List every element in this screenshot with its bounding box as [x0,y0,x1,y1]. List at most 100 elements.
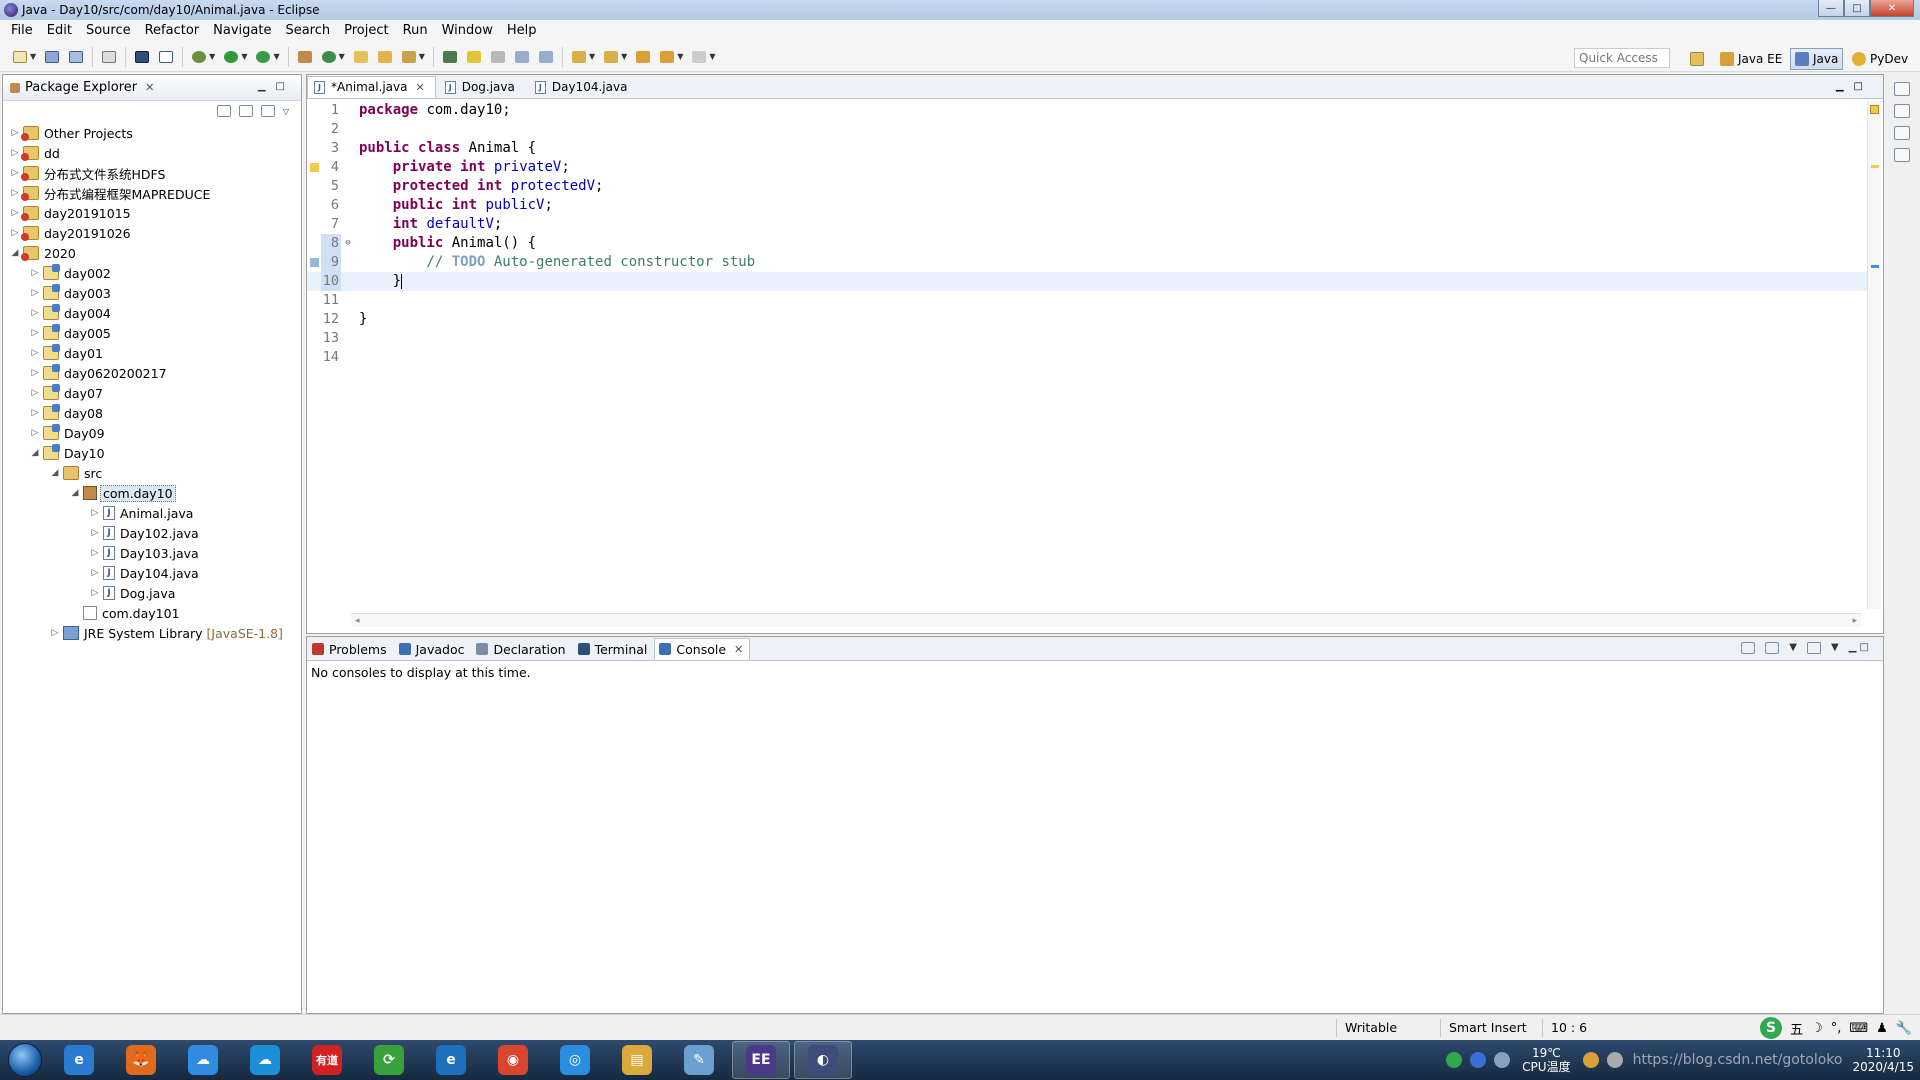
tree-item[interactable]: ▷ J Day104.java [3,563,301,583]
tree-item[interactable]: ▷ day20191015 [3,203,301,223]
fold-toggle-icon[interactable]: ⊖ [341,234,355,253]
task-gutter-icon[interactable] [307,253,321,272]
warning-marker-icon[interactable] [1870,105,1879,114]
taskbar-app[interactable]: ◉ [484,1041,542,1079]
menu-file[interactable]: File [4,20,40,42]
new-icon[interactable] [11,48,29,66]
pin-console-icon[interactable] [1741,642,1756,654]
taskbar-app[interactable]: ☁ [236,1041,294,1079]
code-line[interactable]: 9 // TODO Auto-generated constructor stu… [307,253,1867,272]
package-explorer-tab[interactable]: Package Explorer ✕ ▁□ [3,75,301,101]
mark-occurrences-icon[interactable] [465,48,483,66]
tree-item[interactable]: ◢ 2020 [3,243,301,263]
taskbar-app[interactable]: 🦊 [112,1041,170,1079]
sogou-tray-icon[interactable] [1446,1052,1463,1068]
collapse-all-icon[interactable] [216,105,231,117]
collapsed-triangle-icon[interactable]: ▷ [9,188,21,198]
skip-breakpoints-icon[interactable] [157,48,175,66]
collapsed-triangle-icon[interactable]: ▷ [9,228,21,238]
collapsed-triangle-icon[interactable]: ▷ [29,348,41,358]
horizontal-scrollbar[interactable]: ◂ ▸ [351,613,1861,627]
editor-minmax-icons[interactable]: ▁□ [1836,81,1873,92]
hierarchy-view-icon[interactable] [1894,148,1910,162]
open-perspective-icon[interactable] [1686,48,1712,70]
tree-item[interactable]: ▷ J Day103.java [3,543,301,563]
debug-dropdown-icon[interactable]: ▼ [209,52,215,61]
close-tab-icon[interactable]: ✕ [415,81,424,94]
open-type-icon[interactable] [352,48,370,66]
open-console-icon[interactable] [1806,642,1821,654]
terminal-icon[interactable] [133,48,151,66]
moon-icon[interactable]: ☽ [1811,1021,1823,1036]
keyboard-icon[interactable]: ⌨ [1849,1021,1868,1036]
panel-minmax-icons[interactable]: ▁ □ [1849,642,1869,654]
taskbar-app[interactable]: ✎ [670,1041,728,1079]
print-icon[interactable] [100,48,118,66]
network-tray-icon[interactable] [1494,1052,1511,1068]
editor-tab-animal[interactable]: J *Animal.java ✕ [307,76,436,98]
tab-problems[interactable]: Problems [307,638,394,660]
tree-item[interactable]: ▷ J Day102.java [3,523,301,543]
close-tab-icon[interactable]: ✕ [734,643,743,656]
code-line[interactable]: 10 } [307,272,1867,291]
code-line[interactable]: 12} [307,310,1867,329]
editor-tab-dog[interactable]: J Dog.java [438,76,526,98]
code-editor[interactable]: 1 package com.day10; 2 3 public class Animal… [307,101,1867,609]
open-console-dropdown-icon[interactable]: ▼ [1831,642,1839,654]
outline-view-icon[interactable] [1894,104,1910,118]
tray-app-icon[interactable] [1582,1052,1599,1068]
tree-item[interactable]: ▷ day0620200217 [3,363,301,383]
tree-item[interactable]: ▷ 分布式文件系统HDFS [3,163,301,183]
collapsed-triangle-icon[interactable]: ▷ [49,628,61,638]
collapsed-triangle-icon[interactable]: ▷ [29,428,41,438]
restore-view-icon[interactable] [1894,82,1910,96]
tree-item[interactable]: ▷ day005 [3,323,301,343]
scroll-left-icon[interactable]: ◂ [355,614,360,627]
punctuation-icon[interactable]: °, [1831,1021,1842,1036]
task-list-icon[interactable] [1894,126,1910,140]
scroll-right-icon[interactable]: ▸ [1852,614,1857,627]
code-line[interactable]: 4 private int privateV; [307,158,1867,177]
maximize-button[interactable]: □ [1844,0,1870,17]
collapsed-triangle-icon[interactable]: ▷ [29,328,41,338]
search-icon[interactable] [400,48,418,66]
tab-console[interactable]: Console ✕ [654,638,751,660]
tree-item[interactable]: ◢ com.day10 [3,483,301,503]
tree-item[interactable]: ▷ day003 [3,283,301,303]
expanded-triangle-icon[interactable]: ◢ [9,248,21,258]
run-dropdown-icon[interactable]: ▼ [241,52,247,61]
perspective-java[interactable]: Java [1790,48,1844,70]
collapsed-triangle-icon[interactable]: ▷ [29,408,41,418]
tree-item[interactable]: ▷ day01 [3,343,301,363]
user-icon[interactable]: ♟ [1876,1021,1888,1036]
tree-item[interactable]: ▷ day07 [3,383,301,403]
collapsed-triangle-icon[interactable]: ▷ [89,548,101,558]
tree-item[interactable]: ▷ day004 [3,303,301,323]
prev-annotation-icon[interactable] [602,48,620,66]
collapsed-triangle-icon[interactable]: ▷ [89,568,101,578]
link-with-editor-icon[interactable] [238,105,253,117]
collapsed-triangle-icon[interactable]: ▷ [9,148,21,158]
tree-item[interactable]: ▷ day08 [3,403,301,423]
tree-item[interactable]: com.day101 [3,603,301,623]
tree-item[interactable]: ▷ 分布式编程框架MAPREDUCE [3,183,301,203]
code-line[interactable]: 7 int defaultV; [307,215,1867,234]
new-class-dropdown-icon[interactable]: ▼ [339,52,345,61]
taskbar-app[interactable]: EE [732,1041,790,1079]
collapsed-triangle-icon[interactable]: ▷ [29,368,41,378]
menu-project[interactable]: Project [337,20,395,42]
external-tools-icon[interactable] [254,48,272,66]
taskbar-app[interactable]: ◐ [794,1041,852,1079]
code-line[interactable]: 6 public int publicV; [307,196,1867,215]
expanded-triangle-icon[interactable]: ◢ [49,468,61,478]
code-line[interactable]: 13 [307,329,1867,348]
run-icon[interactable] [222,48,240,66]
menu-help[interactable]: Help [500,20,544,42]
collapsed-triangle-icon[interactable]: ▷ [29,288,41,298]
tab-declaration[interactable]: Declaration [471,638,572,660]
view-menu-icon[interactable]: ▽ [283,107,289,116]
start-button[interactable] [0,1040,50,1080]
code-line[interactable]: 11 [307,291,1867,310]
focus-task-icon[interactable] [260,105,275,117]
collapsed-triangle-icon[interactable]: ▷ [89,508,101,518]
